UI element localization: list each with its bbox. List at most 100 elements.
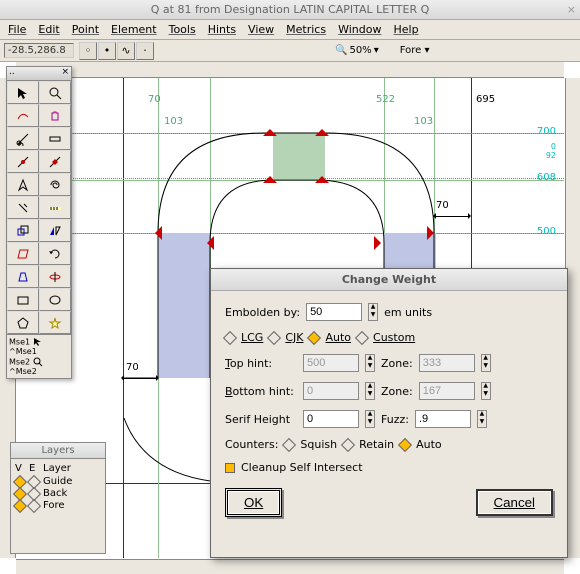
pointer-tool[interactable] <box>7 81 39 104</box>
hand-tool[interactable] <box>39 104 71 127</box>
hint-label: 700 <box>537 126 556 137</box>
embolden-input[interactable] <box>306 303 362 321</box>
zoom-control[interactable]: 🔍 50% ▾ <box>335 45 379 56</box>
counters-label: Counters: <box>225 438 278 451</box>
menu-edit[interactable]: Edit <box>38 23 59 36</box>
menu-file[interactable]: File <box>8 23 26 36</box>
star-tool[interactable] <box>39 311 71 334</box>
toolbar-btn-3[interactable]: ∿ <box>117 42 135 60</box>
cleanup-label[interactable]: Cleanup Self Intersect <box>241 461 363 474</box>
rotate3d-tool[interactable] <box>39 265 71 288</box>
window-titlebar: Q at 81 from Designation LATIN CAPITAL L… <box>0 0 580 20</box>
dimension <box>124 378 156 379</box>
dim-label: 70 <box>126 362 139 373</box>
editable-toggle[interactable] <box>27 498 41 512</box>
dimension <box>436 216 468 217</box>
tool-palette[interactable]: ..× Mse1 ^Mse1 Mse2 ^Mse2 <box>6 66 72 379</box>
top-hint-input[interactable] <box>303 354 359 372</box>
serif-input[interactable] <box>303 410 359 428</box>
layer-row-back: Back <box>15 488 101 499</box>
ellipse-tool[interactable] <box>39 288 71 311</box>
ruler-tool[interactable] <box>39 127 71 150</box>
spiro-tool[interactable] <box>39 173 71 196</box>
magnify-tool[interactable] <box>39 81 71 104</box>
radio-retain[interactable] <box>341 437 355 451</box>
knife-tool[interactable] <box>7 196 39 219</box>
layer-row-guide: Guide <box>15 476 101 487</box>
bot-zone-spinner[interactable]: ▲▼ <box>481 382 491 400</box>
rect-tool[interactable] <box>7 288 39 311</box>
add-point-tool[interactable] <box>7 150 39 173</box>
top-hint-spinner[interactable]: ▲▼ <box>365 354 375 372</box>
radio-auto[interactable] <box>307 330 321 344</box>
menu-metrics[interactable]: Metrics <box>286 23 326 36</box>
chevron-down-icon[interactable]: ▾ <box>374 45 379 56</box>
embolden-label: Embolden by: <box>225 306 300 319</box>
radio-custom[interactable] <box>355 330 369 344</box>
bottom-hint-input[interactable] <box>303 382 359 400</box>
bottom-hint-label: Bottom hint: <box>225 385 297 398</box>
menu-element[interactable]: Element <box>111 23 157 36</box>
skew-tool[interactable] <box>7 242 39 265</box>
bot-zone-label: Zone: <box>381 385 413 398</box>
cancel-button[interactable]: Cancel <box>476 489 554 516</box>
layer-row-fore: Fore <box>15 500 101 511</box>
cleanup-checkbox[interactable] <box>225 463 235 473</box>
toolbar-btn-1[interactable]: ◦ <box>79 42 97 60</box>
fuzz-input[interactable] <box>415 410 471 428</box>
serif-spinner[interactable]: ▲▼ <box>365 410 375 428</box>
close-icon[interactable]: × <box>61 67 69 80</box>
cut-tool[interactable] <box>7 127 39 150</box>
layers-panel[interactable]: Layers VELayer Guide Back Fore <box>10 442 106 554</box>
palette-status: Mse1 ^Mse1 Mse2 ^Mse2 <box>7 334 71 378</box>
radio-squish[interactable] <box>282 437 296 451</box>
visible-toggle[interactable] <box>13 498 27 512</box>
guide-label: 103 <box>164 116 183 127</box>
ruler-horizontal[interactable] <box>16 62 564 78</box>
menubar: File Edit Point Element Tools Hints View… <box>0 20 580 40</box>
freehand-tool[interactable] <box>7 104 39 127</box>
fuzz-spinner[interactable]: ▲▼ <box>477 410 487 428</box>
menu-tools[interactable]: Tools <box>169 23 196 36</box>
dim-label: 70 <box>436 200 449 211</box>
ok-button[interactable]: OK <box>225 488 282 517</box>
close-icon[interactable]: × <box>567 3 576 16</box>
menu-help[interactable]: Help <box>393 23 418 36</box>
flip-tool[interactable] <box>39 219 71 242</box>
magnify-icon: 🔍 <box>335 45 347 56</box>
menu-view[interactable]: View <box>248 23 274 36</box>
embolden-units: em units <box>384 306 432 319</box>
perspective-tool[interactable] <box>7 265 39 288</box>
active-layer-display[interactable]: Fore ▾ <box>400 45 430 56</box>
polygon-tool[interactable] <box>7 311 39 334</box>
scale-tool[interactable] <box>7 219 39 242</box>
cursor-coords: -28.5,286.8 <box>4 43 74 58</box>
bot-hint-spinner[interactable]: ▲▼ <box>365 382 375 400</box>
chevron-down-icon[interactable]: ▾ <box>424 45 429 56</box>
hint-label: 608 <box>537 172 556 183</box>
guide-label: 70 <box>148 94 161 105</box>
toolbar-btn-2[interactable]: • <box>98 42 116 60</box>
fuzz-label: Fuzz: <box>381 413 409 426</box>
window-title: Q at 81 from Designation LATIN CAPITAL L… <box>151 3 430 16</box>
top-hint-label: Top hint: <box>225 357 297 370</box>
embolden-spinner[interactable]: ▲▼ <box>368 303 378 321</box>
change-weight-dialog: Change Weight Embolden by: ▲▼ em units L… <box>210 268 568 558</box>
top-zone-spinner[interactable]: ▲▼ <box>481 354 491 372</box>
measure-tool[interactable] <box>39 196 71 219</box>
palette-titlebar[interactable]: ..× <box>7 67 71 81</box>
add-tangent-tool[interactable] <box>39 150 71 173</box>
bottom-zone-input[interactable] <box>419 382 475 400</box>
zoom-value: 50% <box>349 45 371 56</box>
radio-cjk[interactable] <box>267 330 281 344</box>
pen-tool[interactable] <box>7 173 39 196</box>
menu-window[interactable]: Window <box>338 23 381 36</box>
menu-point[interactable]: Point <box>72 23 99 36</box>
radio-counter-auto[interactable] <box>398 437 412 451</box>
rotate-tool[interactable] <box>39 242 71 265</box>
toolbar-btn-4[interactable]: · <box>136 42 154 60</box>
top-zone-label: Zone: <box>381 357 413 370</box>
radio-lcg[interactable] <box>223 330 237 344</box>
menu-hints[interactable]: Hints <box>208 23 236 36</box>
top-zone-input[interactable] <box>419 354 475 372</box>
